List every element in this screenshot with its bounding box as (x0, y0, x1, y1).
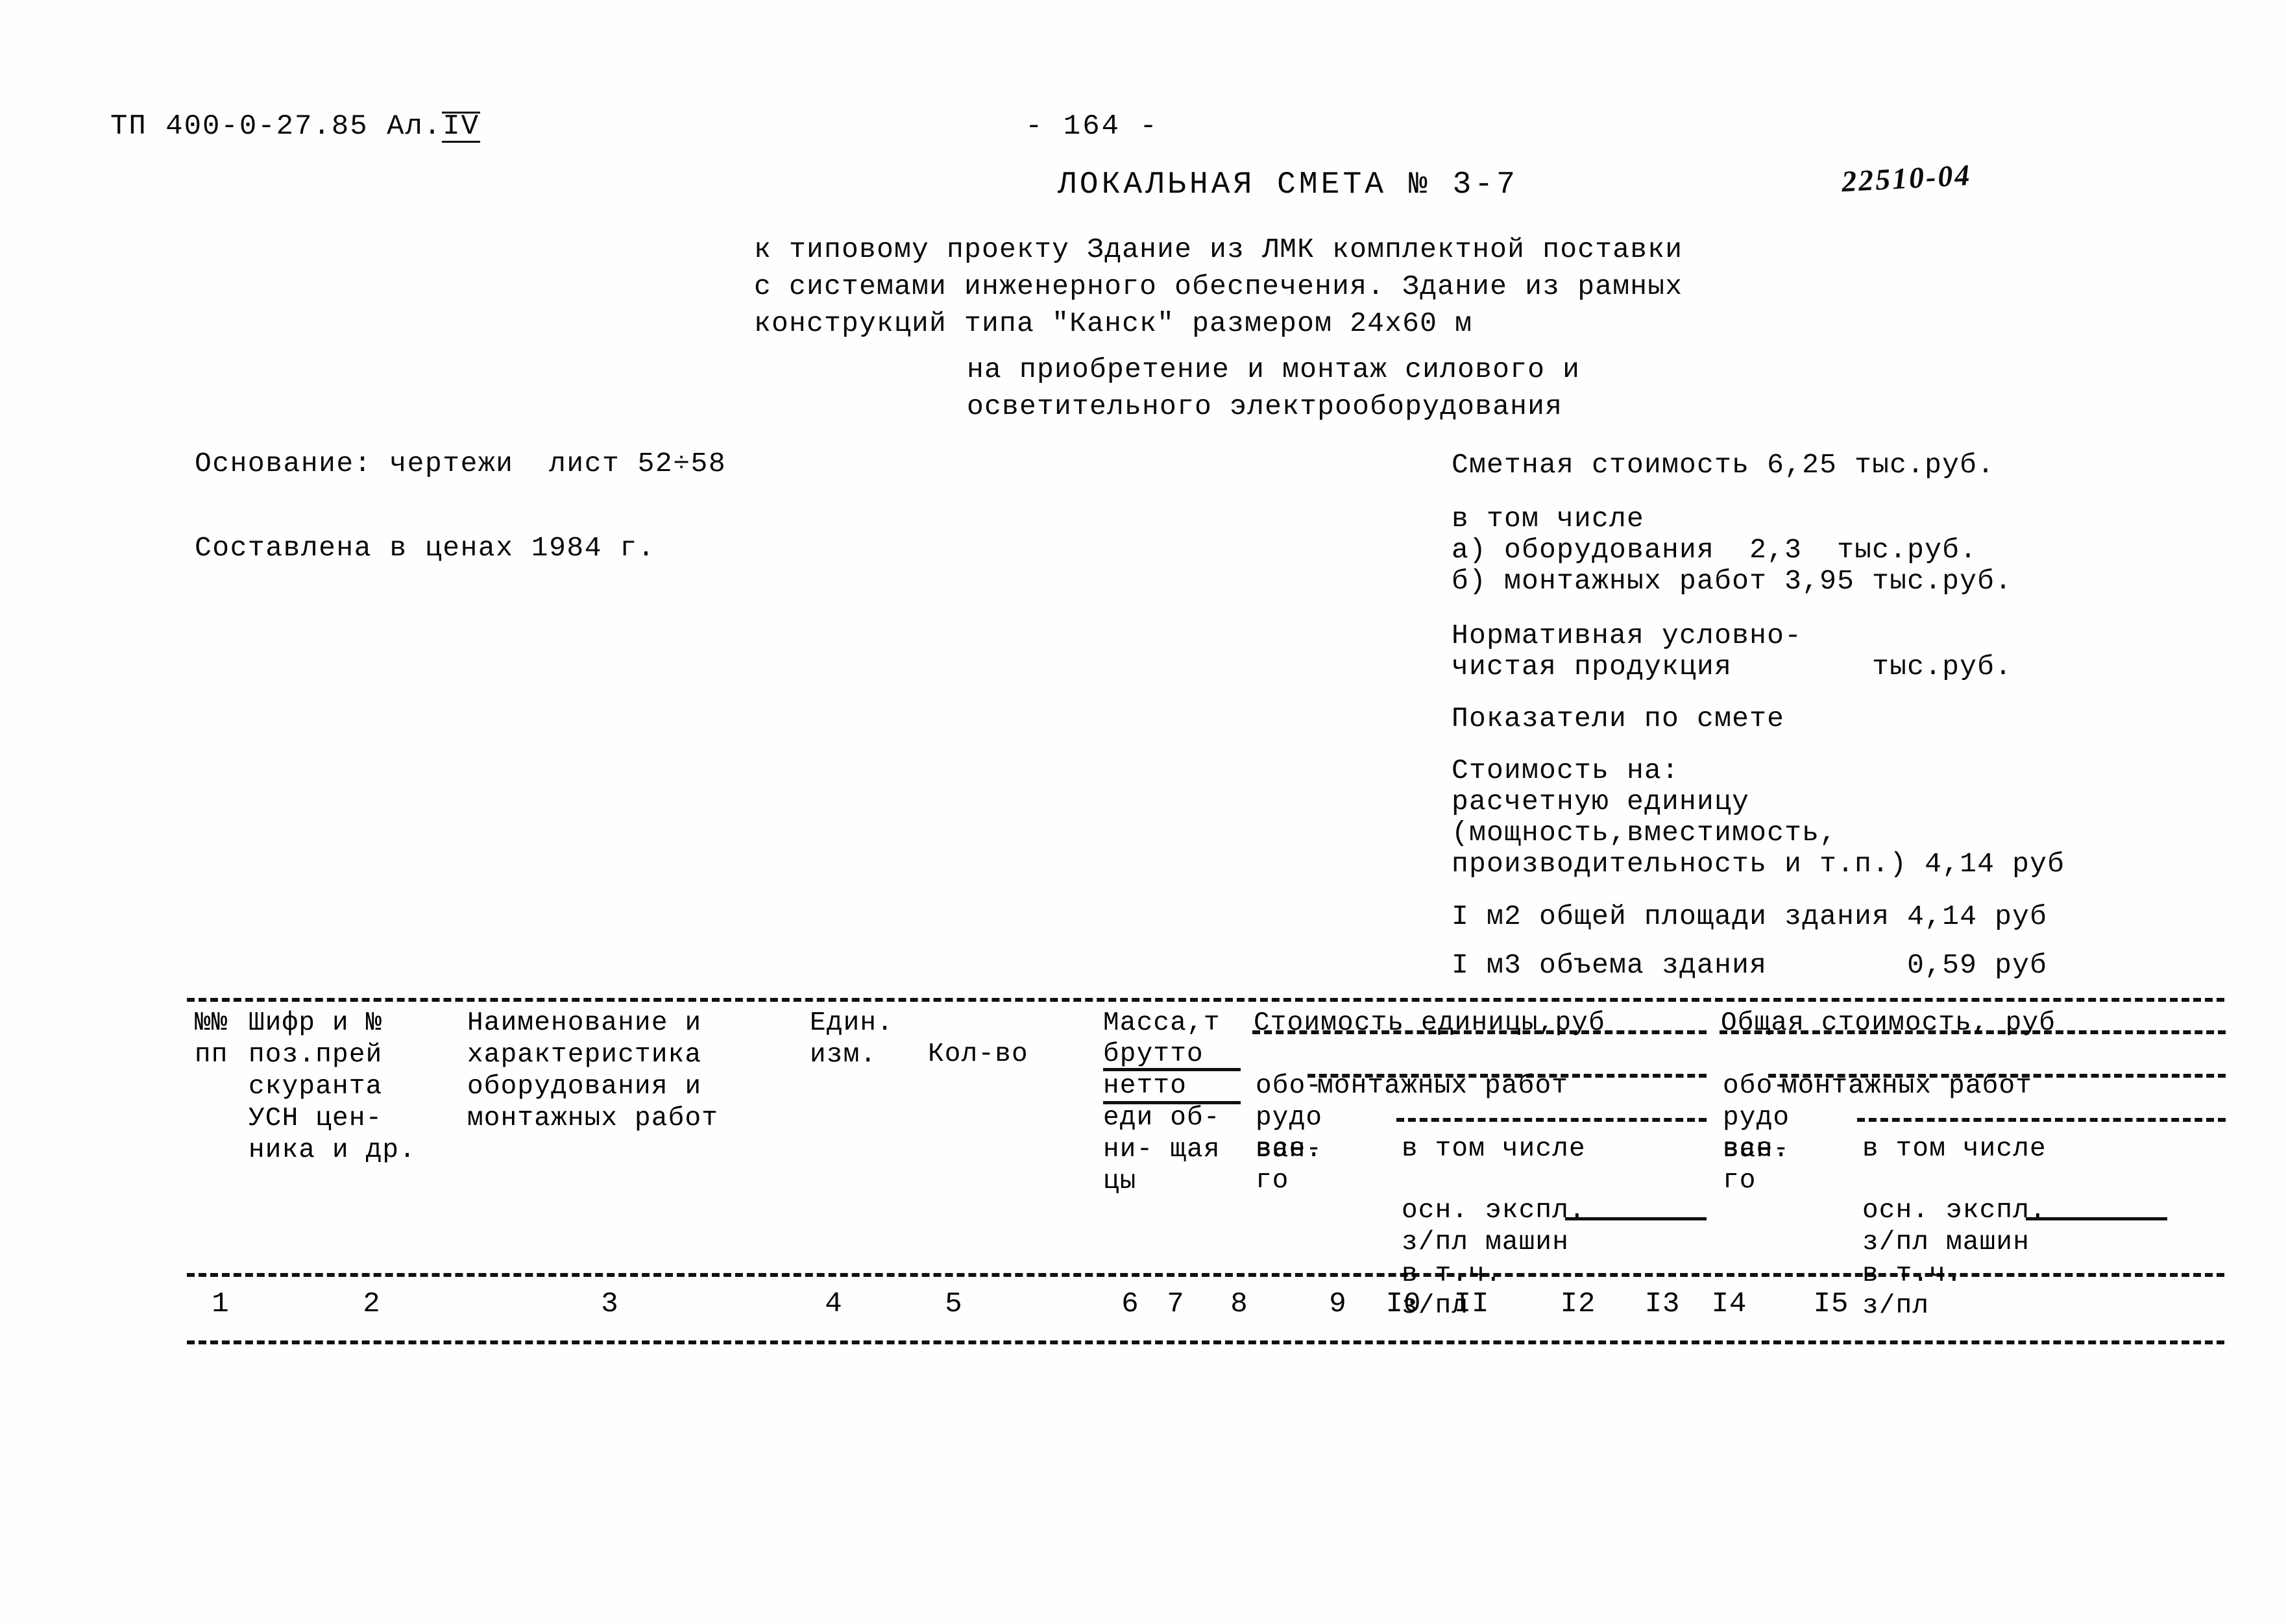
archive-stamp: 22510-04 (1840, 158, 1973, 199)
including-underline-left (1396, 1118, 1707, 1122)
column-number: 8 (1230, 1288, 1248, 1320)
column-number: I3 (1644, 1288, 1681, 1320)
performance-value: производительность и т.п.) 4,14 руб (1452, 848, 2065, 880)
including-underline-right (1857, 1118, 2226, 1122)
column-header-cipher: Шифр и № поз.прей скуранта УСН цен- ника… (249, 1008, 417, 1165)
cost-per-m3: I м3 объема здания 0,59 руб (1452, 949, 2048, 981)
column-number: I0 (1385, 1288, 1422, 1320)
column-number: 7 (1167, 1288, 1185, 1320)
column-header-mounting-works-total: монтажных работ (1781, 1071, 2033, 1101)
basis-line: Основание: чертежи лист 52÷58 (195, 448, 727, 479)
album-number: IV (442, 110, 481, 143)
group-header-total-cost: Общая стоимость, руб (1721, 1008, 2056, 1038)
column-header-including-unit: в том числе (1402, 1134, 1586, 1164)
subtitle-line-2: с системами инженерного обеспечения. Зда… (754, 271, 1683, 302)
column-number: 2 (363, 1288, 381, 1320)
page-number: - 164 - (1025, 110, 1159, 143)
mounting-cost-item: б) монтажных работ 3,95 тыс.руб. (1452, 565, 2013, 597)
column-header-mass: Масса,т (1103, 1008, 1221, 1038)
column-number: I4 (1711, 1288, 1747, 1320)
column-number: 5 (945, 1288, 963, 1320)
indicators-label: Показатели по смете (1452, 703, 1785, 734)
column-number: II (1453, 1288, 1490, 1320)
column-header-mass-rows: брутто нетто еди об- ни- щая цы (1103, 1039, 1221, 1196)
normative-line-1: Нормативная условно- (1452, 620, 1803, 651)
document-code-prefix: ТП 400-0-27.85 Ал. (110, 110, 443, 143)
document-code: ТП 400-0-27.85 Ал.IV (110, 110, 481, 143)
prices-year-line: Составлена в ценах 1984 г. (195, 532, 655, 564)
page-title: ЛОКАЛЬНАЯ СМЕТА № 3-7 (1058, 167, 1518, 202)
subtitle-line-5: осветительного электрооборудования (967, 391, 1563, 422)
column-header-vsego-unit: все- го (1256, 1134, 1323, 1196)
column-number: I2 (1560, 1288, 1596, 1320)
cost-per-m2: I м2 общей площади здания 4,14 руб (1452, 901, 2048, 932)
capacity-label: (мощность,вместимость, (1452, 817, 1838, 849)
column-number: I5 (1813, 1288, 1849, 1320)
document-page: ТП 400-0-27.85 Ал.IV - 164 - 22510-04 ЛО… (0, 0, 2286, 1624)
column-number: 4 (825, 1288, 843, 1320)
calc-unit-label: расчетную единицу (1452, 786, 1750, 818)
column-number: 9 (1329, 1288, 1347, 1320)
subtitle-line-1: к типовому проекту Здание из ЛМК комплек… (754, 234, 1683, 265)
table-top-rule (187, 998, 2224, 1002)
group-header-unit-cost: Стоимость единицы,руб (1254, 1008, 1605, 1038)
column-header-mounting-works-unit: монтажных работ (1317, 1071, 1569, 1101)
column-header-no: №№ пп (195, 1008, 228, 1070)
column-header-name: Наименование и характеристика оборудован… (467, 1008, 719, 1133)
column-header-quantity: Кол-во (928, 1039, 1028, 1069)
machine-wage-underline-right (2026, 1217, 2167, 1220)
normative-line-2: чистая продукция тыс.руб. (1452, 651, 2013, 683)
cost-on-label: Стоимость на: (1452, 755, 1680, 786)
column-header-osn-expl-unit: осн. экспл. з/пл машин в т.ч. з/пл (1402, 1196, 1586, 1321)
machine-wage-underline-left (1565, 1217, 1707, 1220)
column-number: 6 (1121, 1288, 1139, 1320)
subtitle-line-3: конструкций типа "Канск" размером 24х60 … (754, 308, 1473, 339)
column-number: 3 (601, 1288, 619, 1320)
column-header-osn-expl-total: осн. экспл. з/пл машин в т.ч. з/пл (1862, 1196, 2047, 1321)
column-header-unit: Един. изм. (810, 1008, 894, 1070)
total-estimate-cost: Сметная стоимость 6,25 тыс.руб. (1452, 449, 1995, 481)
subtitle-line-4: на приобретение и монтаж силового и (967, 354, 1581, 385)
including-label: в том числе (1452, 503, 1645, 535)
column-header-vsego-total: все- го (1723, 1134, 1790, 1196)
table-colnum-bottom-rule (187, 1340, 2224, 1344)
equipment-cost-item: а) оборудования 2,3 тыс.руб. (1452, 534, 1978, 566)
column-number: 1 (212, 1288, 230, 1320)
column-header-including-total: в том числе (1862, 1134, 2047, 1164)
